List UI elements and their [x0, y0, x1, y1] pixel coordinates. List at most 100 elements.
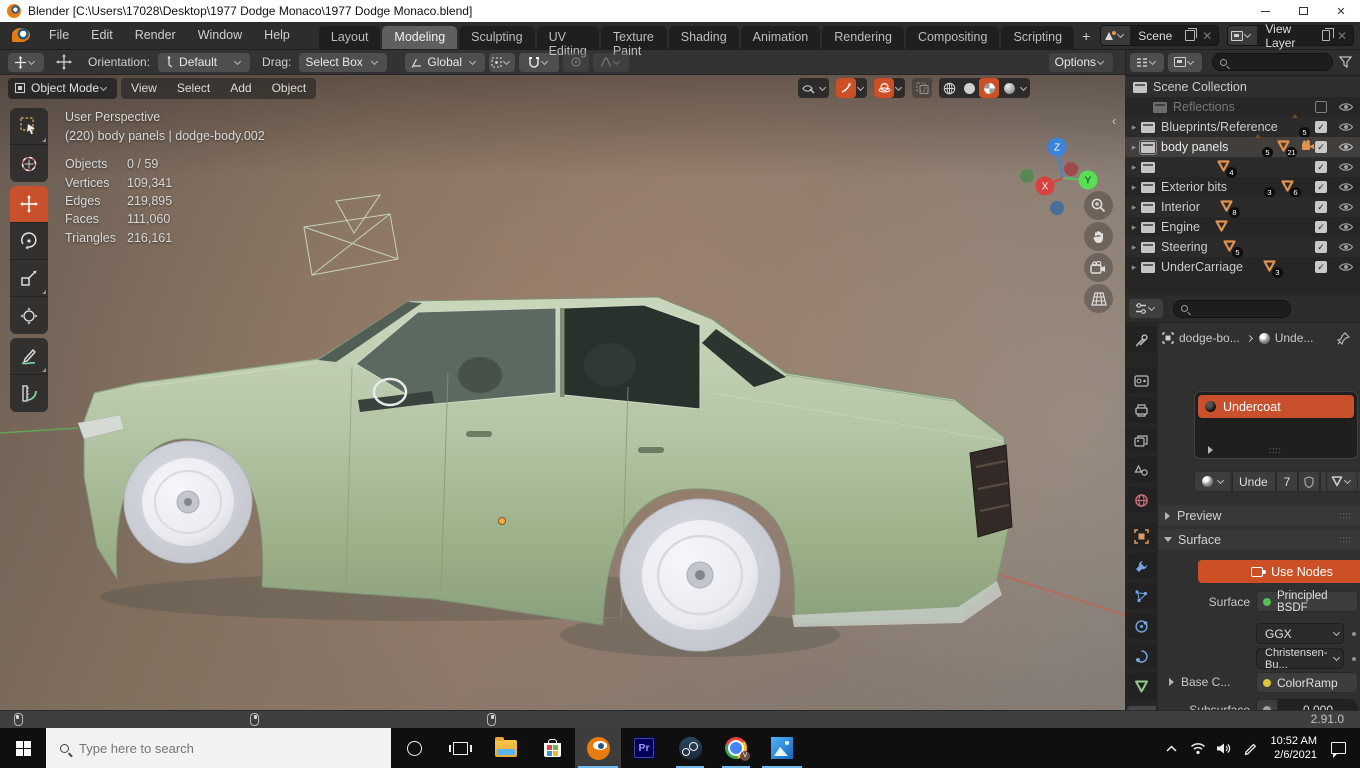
preview-panel-header[interactable]: Preview ::::	[1158, 505, 1360, 527]
viewport-menu-view[interactable]: View	[121, 81, 167, 95]
distribution-dropdown[interactable]: GGX	[1256, 623, 1344, 644]
outliner-display-mode-dropdown[interactable]	[1168, 53, 1202, 72]
base-color-expand-icon[interactable]	[1169, 678, 1174, 686]
tab-uv-editing[interactable]: UV Editing	[537, 26, 599, 49]
exclude-checkbox[interactable]: ✓	[1315, 221, 1327, 233]
wifi-icon[interactable]	[1185, 742, 1211, 755]
surface-panel-header[interactable]: Surface ::::	[1158, 529, 1360, 551]
exclude-checkbox[interactable]: ✓	[1315, 121, 1327, 133]
outliner-row-steering[interactable]: ▸ Steering 5 ✓	[1125, 237, 1360, 257]
hide-eye-icon[interactable]	[1338, 101, 1354, 113]
gizmos-toggle[interactable]	[836, 78, 856, 98]
fake-user-shield-button[interactable]	[1298, 471, 1320, 492]
tab-physics[interactable]	[1127, 613, 1156, 639]
menu-file[interactable]: File	[38, 21, 80, 49]
new-view-layer-icon[interactable]	[1322, 30, 1330, 41]
hide-eye-icon[interactable]	[1338, 261, 1354, 273]
hide-eye-icon[interactable]	[1338, 221, 1354, 233]
tab-tool[interactable]	[1127, 327, 1156, 353]
shading-wireframe-button[interactable]	[939, 78, 959, 98]
add-workspace-button[interactable]: +	[1076, 25, 1096, 49]
base-color-button[interactable]: ColorRamp	[1256, 672, 1358, 693]
viewport-menu-object[interactable]: Object	[262, 81, 317, 95]
outliner-row-body-panels[interactable]: ▸ body panels 5 21 ✓	[1125, 137, 1360, 157]
photos-button[interactable]	[759, 728, 805, 768]
volume-icon[interactable]	[1211, 742, 1237, 755]
menu-render[interactable]: Render	[124, 21, 187, 49]
search-input[interactable]	[79, 741, 329, 756]
hide-eye-icon[interactable]	[1338, 121, 1354, 133]
material-slot-undercoat[interactable]: Undercoat	[1198, 395, 1354, 418]
hide-eye-icon[interactable]	[1338, 201, 1354, 213]
3d-viewport[interactable]: Object Mode View Select Add Object	[0, 75, 1125, 710]
exclude-checkbox[interactable]: ✓	[1315, 241, 1327, 253]
tab-texture-paint[interactable]: Texture Paint	[601, 26, 667, 49]
shading-material-button[interactable]	[979, 78, 999, 98]
outliner-row-exterior-bits[interactable]: ▸ Exterior bits 3 6 ✓	[1125, 177, 1360, 197]
chrome-button[interactable]: V	[713, 728, 759, 768]
close-button[interactable]: ✕	[1322, 0, 1360, 22]
tab-render[interactable]	[1127, 367, 1156, 393]
browse-material-dropdown[interactable]	[1194, 471, 1232, 492]
view-layer-selector[interactable]: View Layer ✕	[1227, 25, 1354, 46]
slot-list-expand-icon[interactable]	[1208, 446, 1213, 454]
exclude-checkbox[interactable]: ✓	[1315, 181, 1327, 193]
exclude-checkbox[interactable]: ✓	[1315, 261, 1327, 273]
pin-icon[interactable]	[1337, 332, 1350, 345]
drag-dropdown[interactable]: Select Box	[299, 53, 387, 72]
specials-dropdown[interactable]	[1326, 471, 1358, 492]
hidden-icons-button[interactable]	[1159, 745, 1185, 752]
camera-view-button[interactable]	[1084, 253, 1113, 282]
tool-rotate[interactable]	[10, 223, 48, 260]
outliner-row-interior[interactable]: ▸ Interior 8 ✓	[1125, 197, 1360, 217]
tab-compositing[interactable]: Compositing	[906, 26, 999, 49]
use-nodes-button[interactable]: Use Nodes	[1198, 560, 1360, 583]
tab-constraints[interactable]	[1127, 643, 1156, 669]
scene-selector[interactable]: Scene ✕	[1100, 25, 1219, 46]
scene-name[interactable]: Scene	[1130, 29, 1180, 43]
tab-object-data[interactable]	[1127, 673, 1156, 699]
xray-toggle[interactable]	[912, 78, 932, 98]
viewport-menu-add[interactable]: Add	[220, 81, 261, 95]
object-visibility-dropdown[interactable]	[798, 78, 829, 98]
maximize-button[interactable]	[1284, 0, 1322, 22]
overlays-toggle[interactable]	[874, 78, 894, 98]
minimize-button[interactable]	[1246, 0, 1284, 22]
steam-button[interactable]	[667, 728, 713, 768]
cortana-button[interactable]	[391, 728, 437, 768]
animate-dot[interactable]	[1352, 657, 1356, 661]
exclude-checkbox[interactable]: ✓	[1315, 201, 1327, 213]
tool-transform[interactable]	[10, 297, 48, 334]
tool-measure[interactable]	[10, 375, 48, 412]
material-users-button[interactable]: 7	[1276, 471, 1298, 492]
microsoft-store-button[interactable]	[529, 728, 575, 768]
exclude-checkbox[interactable]: ✓	[1315, 141, 1327, 153]
tab-sculpting[interactable]: Sculpting	[459, 26, 534, 49]
menu-help[interactable]: Help	[253, 21, 301, 49]
menu-edit[interactable]: Edit	[80, 21, 124, 49]
pen-icon[interactable]	[1237, 741, 1263, 755]
tab-output[interactable]	[1127, 397, 1156, 423]
zoom-button[interactable]	[1084, 191, 1113, 220]
unlink-scene-icon[interactable]: ✕	[1202, 29, 1212, 43]
outliner-row-wheels[interactable]: ▸ 4 ✓	[1125, 157, 1360, 177]
active-tool-dropdown[interactable]	[8, 53, 44, 72]
start-button[interactable]	[0, 728, 46, 768]
shading-rendered-button[interactable]	[999, 78, 1019, 98]
outliner-row-engine[interactable]: ▸ Engine ✓	[1125, 217, 1360, 237]
overlays-toggle-group[interactable]	[874, 78, 905, 98]
new-scene-icon[interactable]	[1185, 30, 1195, 41]
tool-select-box[interactable]	[10, 108, 48, 145]
outliner-row-undercarriage[interactable]: ▸ UnderCarriage 3 ✓	[1125, 257, 1360, 277]
move-gizmo-icon[interactable]	[56, 54, 72, 70]
shading-solid-button[interactable]	[959, 78, 979, 98]
action-center-icon[interactable]	[1331, 742, 1346, 754]
hide-eye-icon[interactable]	[1338, 181, 1354, 193]
filter-icon[interactable]	[1339, 56, 1352, 68]
properties-search[interactable]	[1173, 300, 1291, 318]
tab-rendering[interactable]: Rendering	[822, 26, 904, 49]
pan-button[interactable]	[1084, 222, 1113, 251]
tab-layout[interactable]: Layout	[319, 26, 381, 49]
remove-view-layer-icon[interactable]: ✕	[1337, 29, 1347, 43]
view-layer-name[interactable]: View Layer	[1257, 22, 1317, 50]
